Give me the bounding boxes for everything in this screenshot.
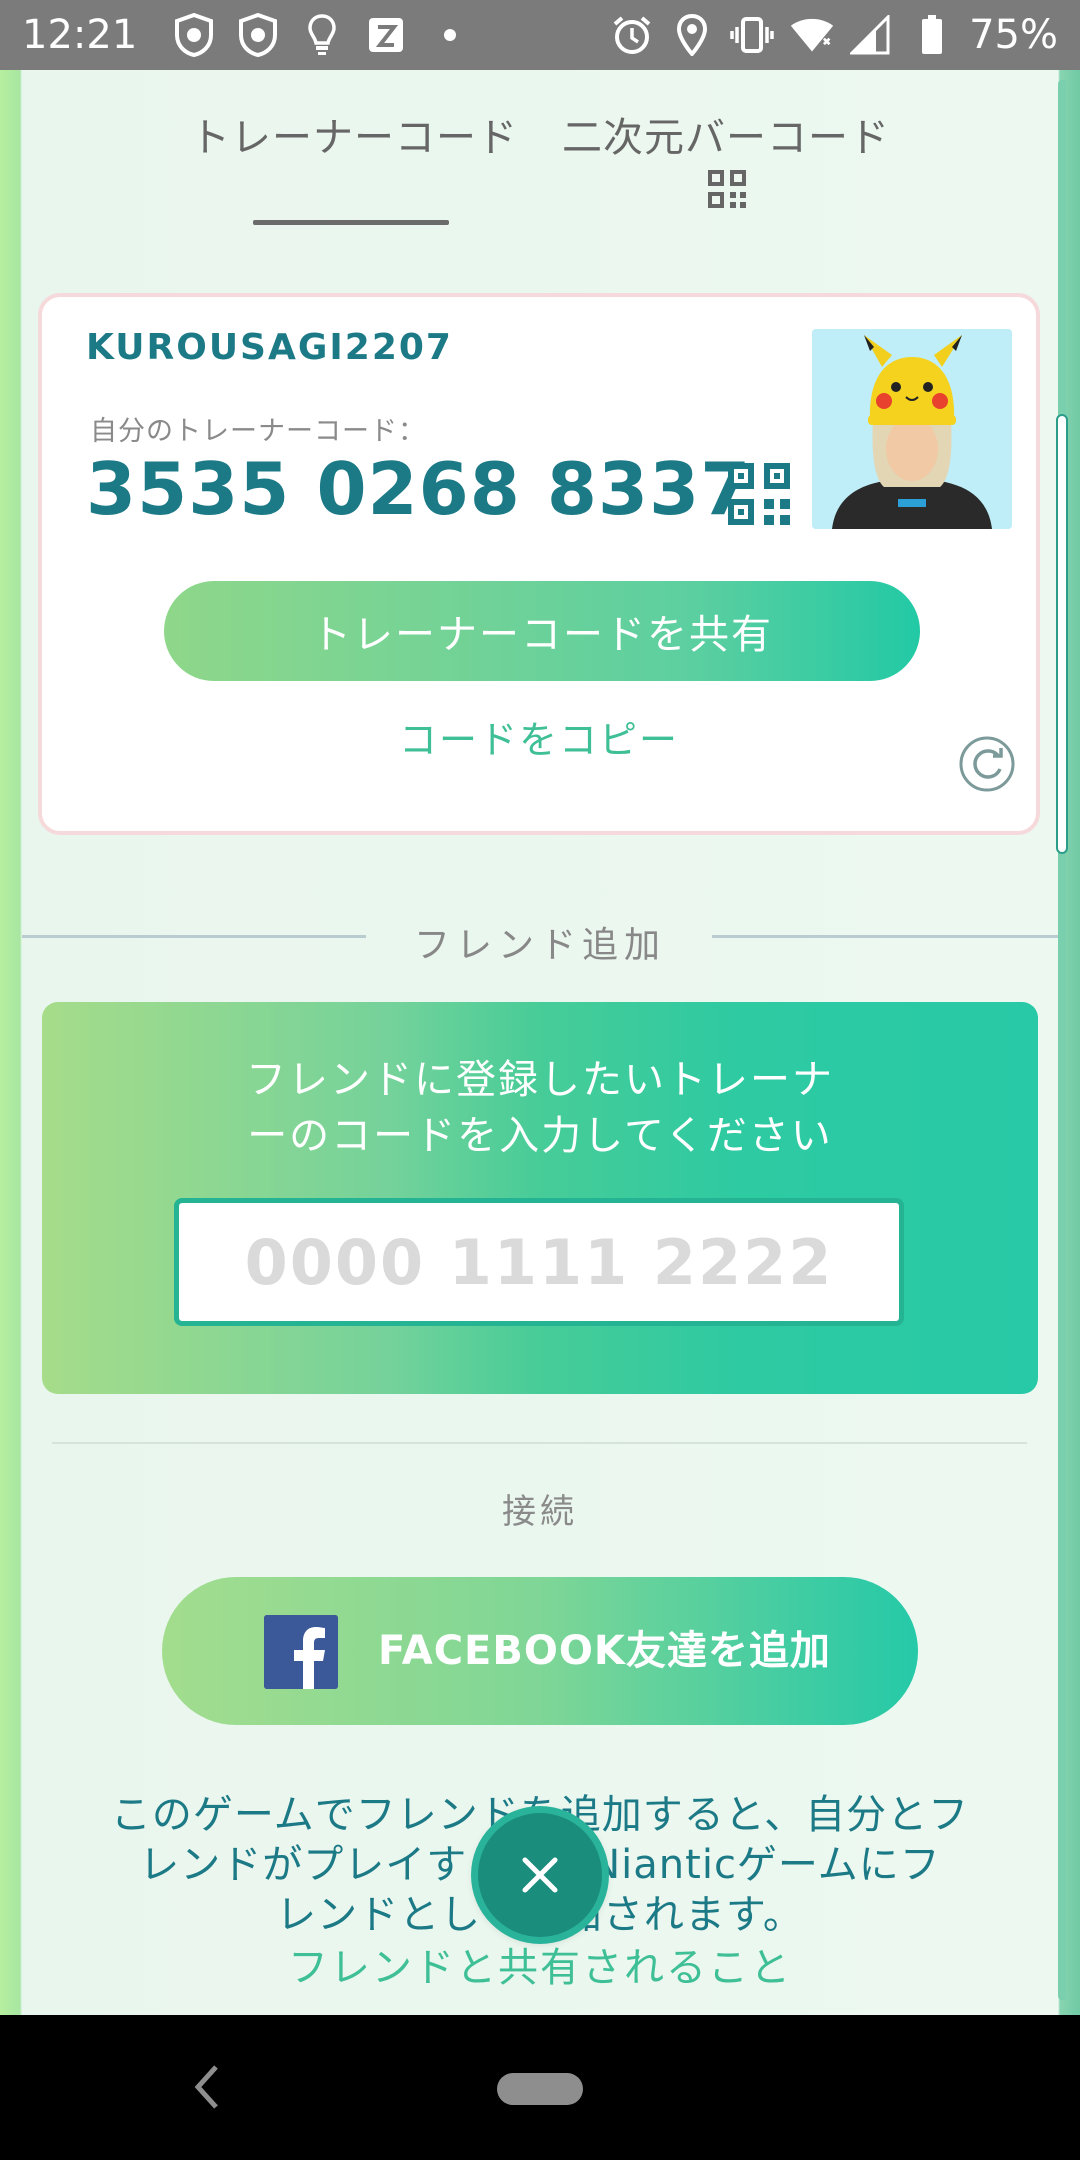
shield-icon	[235, 12, 281, 58]
shield-icon	[171, 12, 217, 58]
navigation-bar	[0, 2015, 1080, 2160]
close-icon	[522, 1857, 558, 1893]
facebook-button-label: FACEBOOK友達を追加	[378, 1628, 831, 1674]
scrollbar-thumb[interactable]	[1056, 414, 1068, 854]
active-tab-indicator	[253, 220, 449, 225]
divider	[52, 1442, 1027, 1444]
lightbulb-icon	[299, 12, 345, 58]
status-bar: 12:21 75%	[0, 0, 1080, 70]
trainer-avatar[interactable]	[812, 329, 1012, 529]
battery-icon	[909, 12, 955, 58]
dot-icon	[427, 12, 473, 58]
qr-code-button[interactable]	[728, 463, 790, 525]
status-time: 12:21	[22, 12, 138, 58]
add-facebook-friends-button[interactable]: FACEBOOK友達を追加	[162, 1577, 918, 1725]
app-icon	[363, 12, 409, 58]
vibrate-icon	[729, 12, 775, 58]
trainer-code: 3535 0268 8337	[86, 447, 752, 531]
wifi-icon	[789, 12, 835, 58]
add-friend-prompt: フレンドに登録したいトレーナ ーのコードを入力してください	[42, 1052, 1038, 1164]
qr-code-icon	[728, 463, 790, 525]
add-friend-prompt-line-2: ーのコードを入力してください	[247, 1113, 833, 1159]
location-icon	[669, 12, 715, 58]
refresh-button[interactable]	[958, 735, 1016, 793]
close-button[interactable]	[478, 1813, 602, 1937]
add-friend-prompt-line-1: フレンドに登録したいトレーナ	[246, 1057, 834, 1103]
share-trainer-code-button[interactable]: トレーナーコードを共有	[164, 581, 920, 681]
refresh-icon	[959, 736, 1015, 792]
back-icon	[194, 2065, 218, 2109]
shared-with-friends-link[interactable]: フレンドと共有されること	[0, 1935, 1080, 1993]
back-button[interactable]	[192, 2063, 222, 2115]
alarm-icon	[609, 12, 655, 58]
add-friend-heading: フレンド追加	[413, 925, 666, 966]
friend-code-input[interactable]	[174, 1198, 904, 1326]
battery-percent: 75%	[969, 12, 1058, 58]
tab-qr-code[interactable]: 二次元バーコード	[562, 105, 890, 163]
trainer-card: KUROUSAGI2207 自分のトレーナーコード： 3535 0268 833…	[38, 293, 1040, 835]
copy-code-link[interactable]: コードをコピー	[42, 709, 1036, 764]
add-friend-divider: フレンド追加	[22, 918, 1058, 978]
divider-line-right	[712, 935, 1058, 938]
signal-icon	[849, 12, 895, 58]
tab-bar: トレーナーコード 二次元バーコード	[150, 105, 910, 225]
tab-trainer-code[interactable]: トレーナーコード	[190, 105, 518, 163]
add-friend-panel: フレンドに登録したいトレーナ ーのコードを入力してください	[42, 1002, 1038, 1394]
connect-heading: 接続	[502, 1492, 578, 1532]
scrollbar-track[interactable]	[1058, 80, 1066, 2000]
facebook-icon	[264, 1615, 338, 1689]
trainer-code-label: 自分のトレーナーコード：	[90, 416, 426, 447]
qr-code-icon	[708, 170, 746, 212]
trainer-name: KUROUSAGI2207	[86, 327, 453, 368]
home-button[interactable]	[497, 2073, 583, 2105]
